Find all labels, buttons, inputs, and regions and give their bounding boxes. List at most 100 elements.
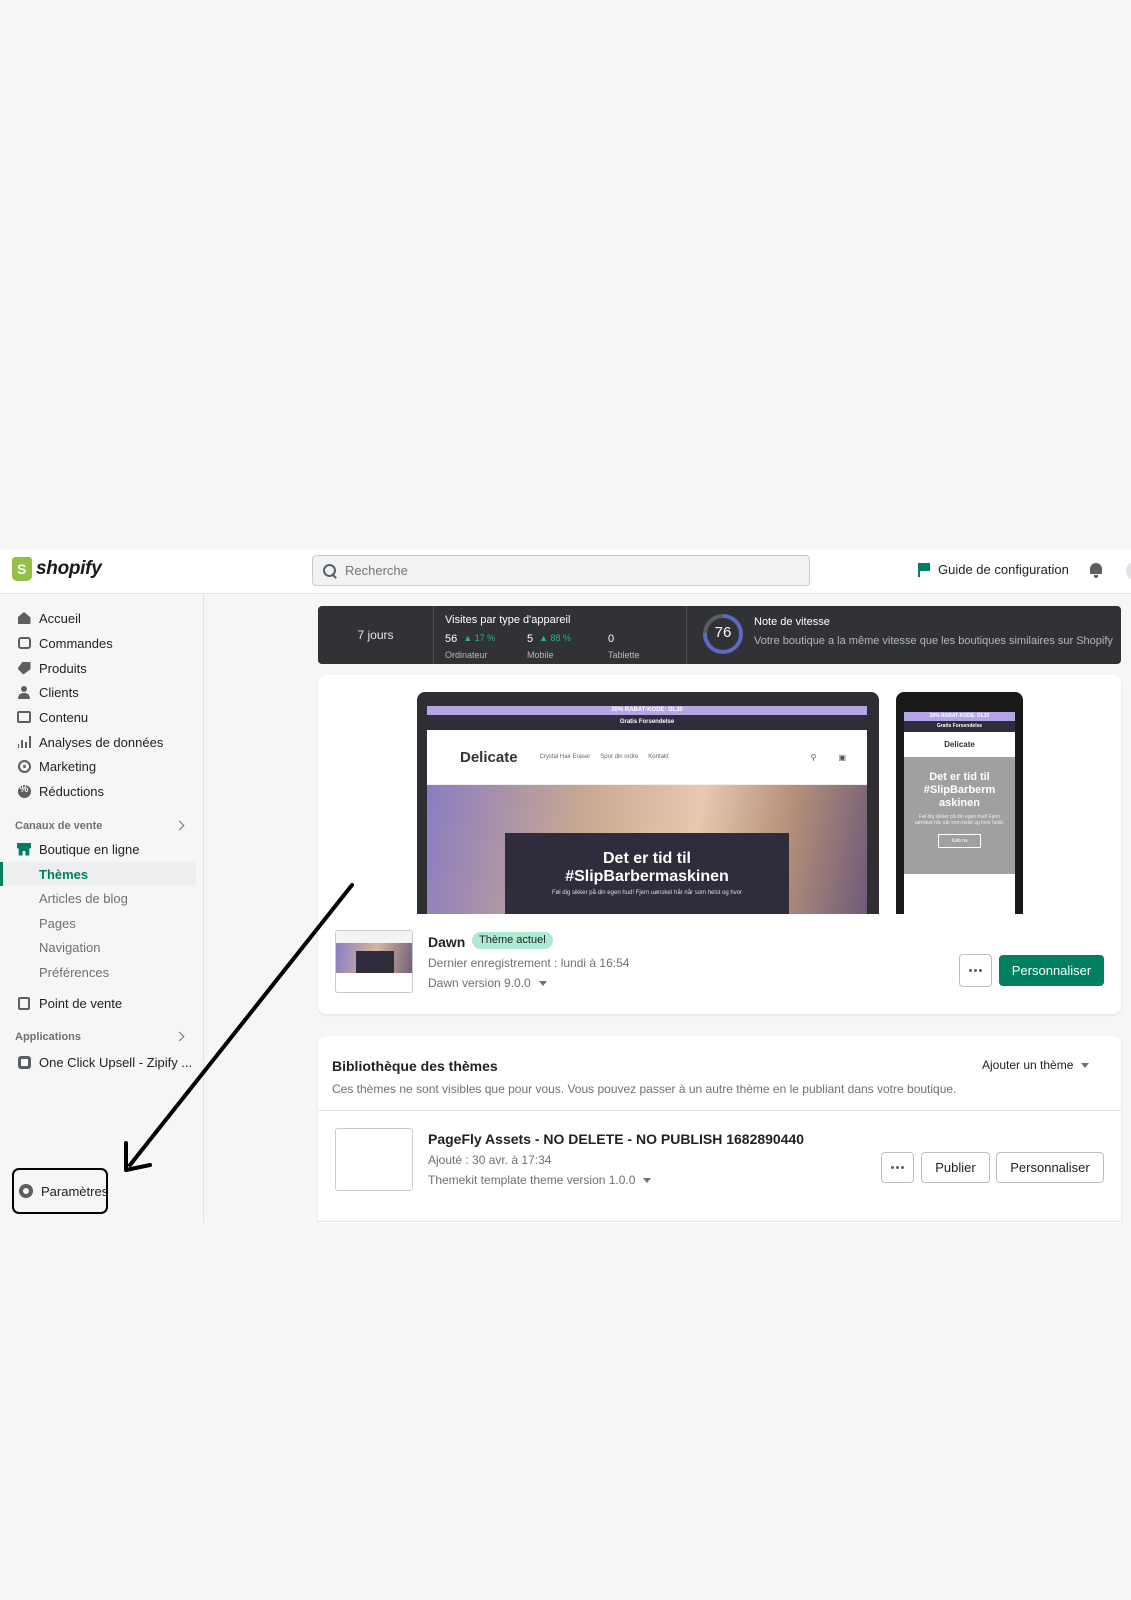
library-theme-name: PageFly Assets - NO DELETE - NO PUBLISH …: [428, 1131, 805, 1147]
theme-preview: 30% RABAT-KODE: DL30 Gratis Forsendelse …: [318, 675, 1121, 914]
brand-name: shopify: [36, 558, 102, 579]
sidebar-item-accueil[interactable]: Accueil: [0, 606, 196, 630]
setup-guide-label: Guide de configuration: [938, 562, 1069, 577]
sales-channels-heading: Canaux de vente: [15, 820, 103, 832]
person-icon: [17, 685, 31, 699]
home-icon: [17, 611, 31, 625]
mobile-hero-button: Køb nu: [938, 834, 981, 848]
sidebar-item-app-zipify[interactable]: One Click Upsell - Zipify ...: [0, 1050, 196, 1074]
sidebar-item-analyses[interactable]: Analyses de données: [0, 730, 196, 754]
sidebar-item-reductions[interactable]: Réductions: [0, 779, 196, 803]
current-theme-name: Dawn: [428, 934, 466, 950]
app-icon: [17, 1055, 31, 1069]
bell-icon[interactable]: [1089, 562, 1103, 578]
store-nav-link: Kontakt: [648, 754, 669, 760]
caret-down-icon: [1081, 1062, 1090, 1068]
target-icon: [17, 759, 31, 773]
caret-down-icon: [538, 980, 547, 986]
current-theme-version[interactable]: Dawn version 9.0.0: [428, 976, 547, 990]
shopify-admin-screenshot: shopify Guide de configuration Accueil C…: [0, 549, 1131, 1223]
sidebar-item-marketing[interactable]: Marketing: [0, 754, 196, 778]
mobile-preview: 30% RABAT-KODE: DL30 Gratis Forsendelse …: [896, 692, 1023, 914]
analytics-divider: [686, 606, 687, 664]
desktop-preview-screen: 30% RABAT-KODE: DL30 Gratis Forsendelse …: [427, 706, 867, 914]
sidebar-item-label: Réductions: [39, 783, 105, 799]
settings-label: Paramètres: [41, 1183, 109, 1199]
sidebar-item-clients[interactable]: Clients: [0, 680, 196, 704]
mobile-shipping-bar: Gratis Forsendelse: [904, 721, 1015, 732]
pos-icon: [17, 996, 31, 1010]
sidebar-item-navigation[interactable]: Navigation: [0, 935, 196, 959]
mobile-visits: 5 ▲ 88 %: [527, 633, 571, 645]
period-selector[interactable]: 7 jours: [318, 606, 434, 664]
current-theme-more-button[interactable]: [959, 954, 992, 987]
sidebar-item-label: Boutique en ligne: [39, 841, 140, 857]
store-logo: Delicate: [460, 748, 518, 766]
sidebar-item-label: Analyses de données: [39, 734, 164, 750]
chevron-right-icon[interactable]: [174, 820, 185, 831]
library-customize-button[interactable]: Personnaliser: [996, 1152, 1104, 1183]
desktop-visits-delta: ▲ 17 %: [463, 633, 496, 643]
add-theme-dropdown[interactable]: Ajouter un thème: [982, 1058, 1090, 1072]
current-theme-version-label: Dawn version 9.0.0: [428, 976, 531, 990]
mobile-promo-bar: 30% RABAT-KODE: DL30: [904, 712, 1015, 721]
avatar[interactable]: [1126, 561, 1131, 581]
tag-icon: [17, 661, 31, 675]
sidebar-item-point-of-sale[interactable]: Point de vente: [0, 991, 196, 1015]
shipping-bar: Gratis Forsendelse: [427, 715, 867, 730]
sidebar-item-commandes[interactable]: Commandes: [0, 631, 196, 655]
flag-icon: [918, 562, 930, 577]
sidebar-item-label: Point de vente: [39, 995, 123, 1011]
library-theme-more-button[interactable]: [881, 1152, 914, 1183]
chevron-right-icon[interactable]: [174, 1031, 185, 1042]
shopify-logo[interactable]: shopify: [12, 557, 102, 581]
discount-icon: [17, 784, 31, 798]
search-bar[interactable]: [312, 555, 810, 586]
desktop-label: Ordinateur: [445, 650, 488, 660]
sidebar-item-produits[interactable]: Produits: [0, 656, 196, 680]
gear-icon: [19, 1184, 33, 1198]
sidebar-item-label: Accueil: [39, 610, 81, 626]
visits-by-device-title: Visites par type d'appareil: [445, 614, 571, 626]
sidebar-item-pages[interactable]: Pages: [0, 911, 196, 935]
speed-score-title[interactable]: Note de vitesse: [754, 616, 830, 628]
mobile-visits-delta: ▲ 88 %: [539, 633, 572, 643]
sidebar-item-online-store[interactable]: Boutique en ligne: [0, 837, 196, 861]
image-icon: [17, 710, 31, 724]
library-theme-thumbnail: [335, 1128, 413, 1191]
mobile-hero: Det er tid til #SlipBarberm askinen Føl …: [904, 757, 1015, 874]
store-header: Delicate Crystal Hair Eraser Spor din or…: [427, 730, 867, 785]
sidebar-item-preferences[interactable]: Préférences: [0, 960, 196, 984]
sidebar-item-settings[interactable]: Paramètres: [12, 1168, 108, 1214]
sidebar-item-label: Commandes: [39, 635, 113, 651]
store-nav: Crystal Hair Eraser Spor din ordre Konta…: [540, 754, 669, 760]
hero-title-line1: Det er tid til: [602, 850, 691, 867]
current-theme-badge: Thème actuel: [472, 932, 553, 949]
publish-button[interactable]: Publier: [921, 1152, 990, 1183]
caret-down-icon: [643, 1177, 652, 1183]
promo-bar: 30% RABAT-KODE: DL30: [427, 706, 867, 715]
tablet-visits: 0: [608, 633, 614, 645]
sidebar-item-blog-posts[interactable]: Articles de blog: [0, 886, 196, 910]
orders-icon: [17, 636, 31, 650]
hero-subtitle: Føl dig sikker på din egen hud! Fjern uø…: [551, 890, 743, 896]
theme-library-title: Bibliothèque des thèmes: [332, 1058, 498, 1074]
speed-score-description: Votre boutique a la même vitesse que les…: [754, 635, 1113, 647]
store-cart-icon: ▣: [838, 752, 847, 762]
customize-button[interactable]: Personnaliser: [999, 955, 1104, 986]
sidebar-item-contenu[interactable]: Contenu: [0, 705, 196, 729]
setup-guide-link[interactable]: Guide de configuration: [918, 562, 1069, 577]
library-theme-version-label: Themekit template theme version 1.0.0: [428, 1173, 636, 1187]
sidebar-item-label: Produits: [39, 660, 87, 676]
library-theme-version[interactable]: Themekit template theme version 1.0.0: [428, 1173, 652, 1187]
mobile-hero-subtitle: Føl dig sikker på din egen hud! Fjern uø…: [914, 814, 1005, 826]
search-icon: [323, 563, 337, 578]
divider: [318, 1221, 1121, 1222]
store-icon: [17, 842, 31, 856]
sidebar-item-label: Clients: [39, 684, 79, 700]
search-input[interactable]: [345, 563, 745, 578]
tablet-visits-value: 0: [608, 633, 615, 645]
current-theme-card: 30% RABAT-KODE: DL30 Gratis Forsendelse …: [318, 675, 1121, 1014]
sidebar-item-themes[interactable]: Thèmes: [0, 862, 196, 886]
mobile-label: Mobile: [527, 650, 554, 660]
